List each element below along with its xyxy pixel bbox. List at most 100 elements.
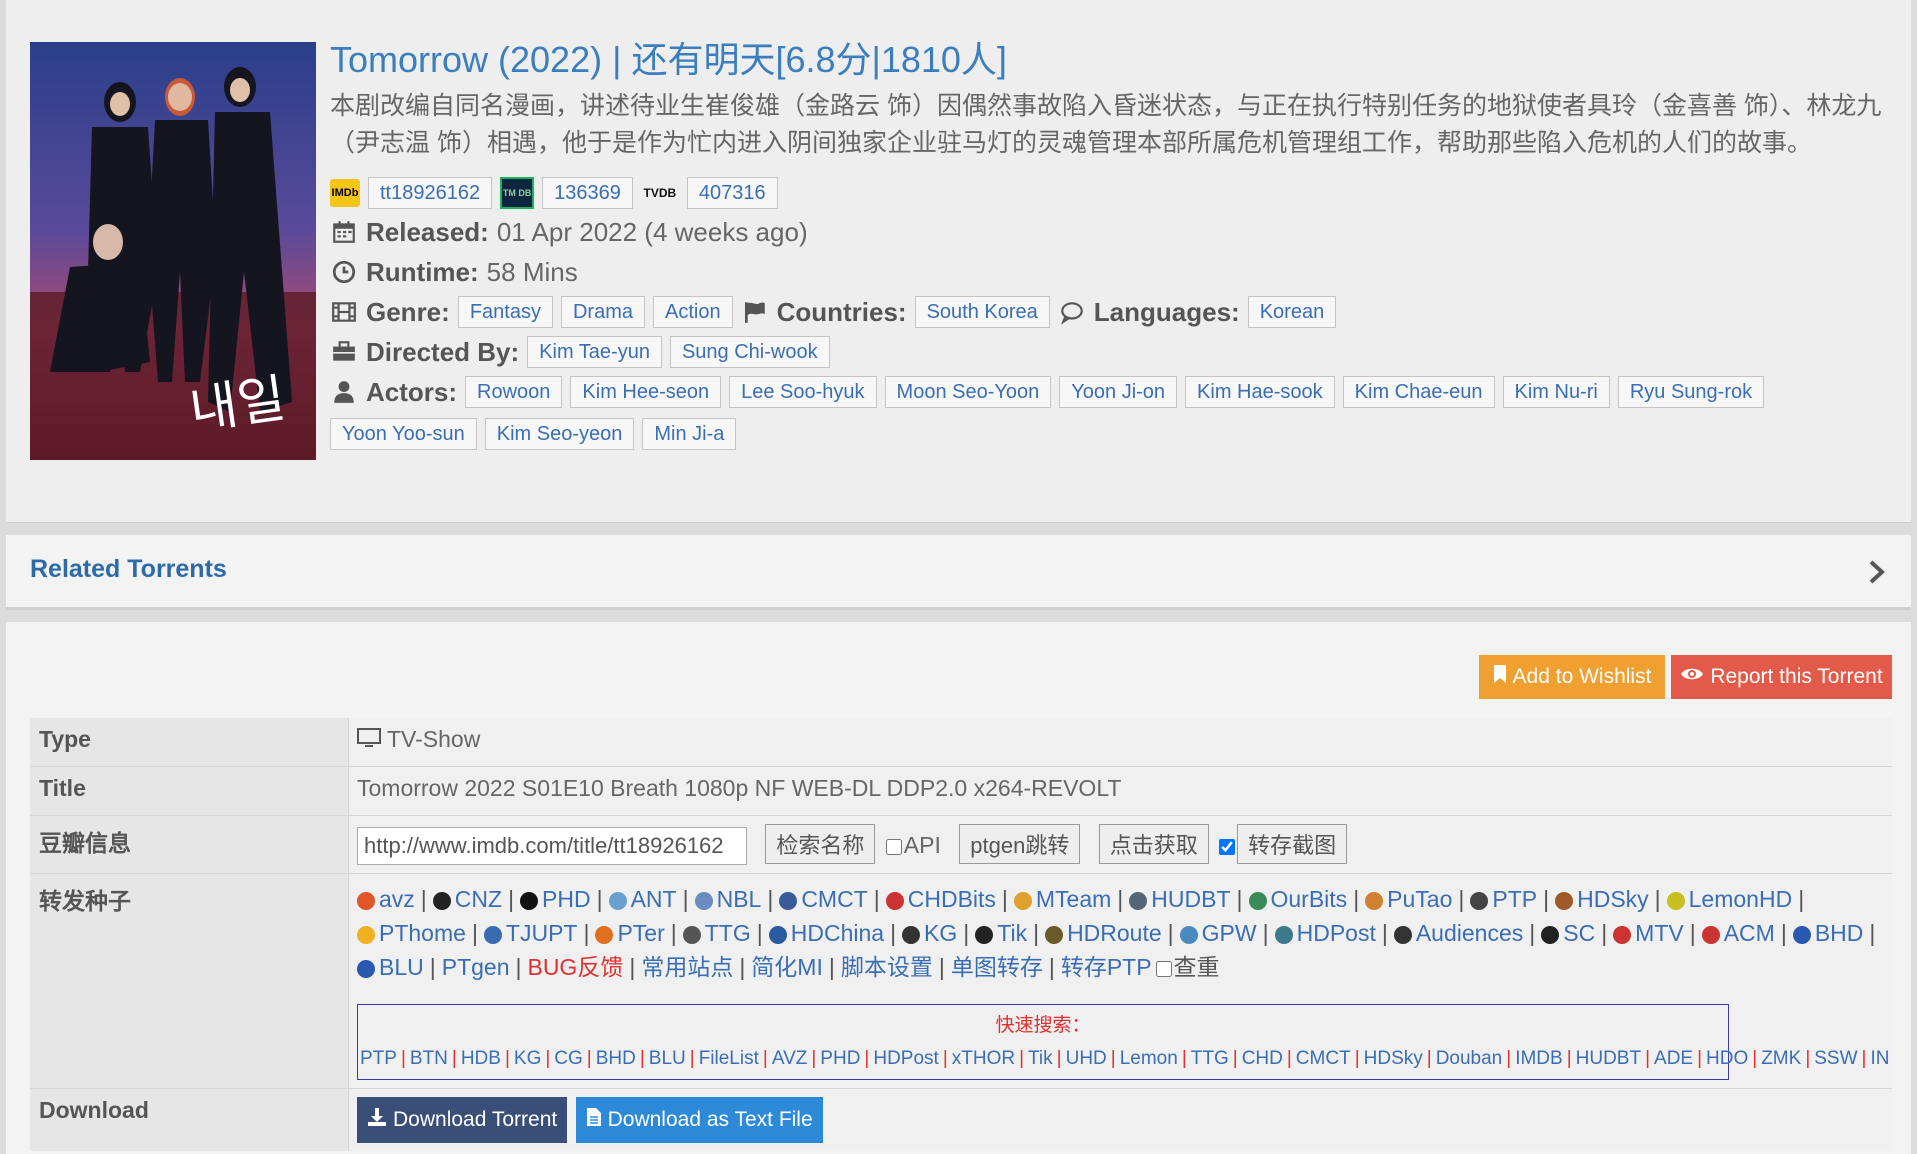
country-tag[interactable]: South Korea bbox=[914, 296, 1050, 328]
add-to-wishlist-button[interactable]: Add to Wishlist bbox=[1479, 655, 1665, 699]
quick-search-link[interactable]: KG bbox=[514, 1048, 541, 1069]
director-tag[interactable]: Kim Tae-yun bbox=[527, 336, 662, 368]
chevron-right-icon[interactable] bbox=[1867, 559, 1887, 590]
forward-site-link[interactable]: BHD bbox=[1792, 920, 1863, 946]
actor-tag[interactable]: Yoon Yoo-sun bbox=[330, 418, 477, 450]
forward-site-link[interactable]: ACM bbox=[1701, 920, 1775, 946]
forward-site-link[interactable]: HDChina bbox=[768, 920, 884, 946]
actor-tag[interactable]: Kim Hae-sook bbox=[1185, 376, 1335, 408]
forward-site-link[interactable]: HUDBT bbox=[1129, 886, 1231, 912]
quick-search-link[interactable]: xTHOR bbox=[952, 1048, 1015, 1069]
movie-title[interactable]: Tomorrow (2022) | 还有明天[6.8分|1810人] bbox=[330, 36, 1890, 84]
forward-site-link[interactable]: TJUPT bbox=[483, 920, 577, 946]
report-torrent-button[interactable]: Report this Torrent bbox=[1671, 655, 1892, 699]
forward-site-link[interactable]: TTG bbox=[682, 920, 751, 946]
forward-tool-link[interactable]: 简化MI bbox=[751, 954, 823, 980]
api-checkbox[interactable] bbox=[885, 838, 902, 855]
forward-tool-link[interactable]: BUG反馈 bbox=[527, 954, 623, 980]
quick-search-link[interactable]: HDPost bbox=[873, 1048, 938, 1069]
quick-search-link[interactable]: Douban bbox=[1436, 1048, 1503, 1069]
save-screenshots-checkbox[interactable] bbox=[1219, 838, 1236, 855]
quick-search-link[interactable]: ADE bbox=[1654, 1048, 1693, 1069]
forward-site-link[interactable]: PThome bbox=[357, 920, 466, 946]
quick-search-link[interactable]: IMDB bbox=[1515, 1048, 1563, 1069]
quick-search-link[interactable]: UHD bbox=[1066, 1048, 1107, 1069]
actor-tag[interactable]: Ryu Sung-rok bbox=[1617, 376, 1765, 408]
forward-site-link[interactable]: SC bbox=[1541, 920, 1595, 946]
quick-search-link[interactable]: HDO bbox=[1706, 1048, 1748, 1069]
quick-search-link[interactable]: BHD bbox=[596, 1048, 636, 1069]
quick-search-link[interactable]: TTG bbox=[1191, 1048, 1229, 1069]
quick-search-link[interactable]: AVZ bbox=[772, 1048, 808, 1069]
forward-tool-link[interactable]: 转存PTP bbox=[1061, 954, 1152, 980]
forward-site-link[interactable]: PuTao bbox=[1365, 886, 1452, 912]
language-tag[interactable]: Korean bbox=[1247, 296, 1337, 328]
quick-search-link[interactable]: Tik bbox=[1028, 1048, 1053, 1069]
actor-tag[interactable]: Kim Chae-eun bbox=[1342, 376, 1495, 408]
quick-search-link[interactable]: BLU bbox=[649, 1048, 686, 1069]
ptgen-jump-button[interactable]: ptgen跳转 bbox=[959, 824, 1081, 864]
quick-search-link[interactable]: CG bbox=[554, 1048, 583, 1069]
quick-search-link[interactable]: CHD bbox=[1242, 1048, 1283, 1069]
fetch-button[interactable]: 点击获取 bbox=[1098, 824, 1209, 864]
genre-tag[interactable]: Drama bbox=[560, 296, 645, 328]
forward-site-link[interactable]: HDRoute bbox=[1045, 920, 1162, 946]
quick-search-link[interactable]: CMCT bbox=[1296, 1048, 1351, 1069]
actor-tag[interactable]: Min Ji-a bbox=[642, 418, 737, 450]
actor-tag[interactable]: Kim Seo-yeon bbox=[484, 418, 635, 450]
actor-tag[interactable]: Kim Nu-ri bbox=[1502, 376, 1610, 408]
quick-search-link[interactable]: IN bbox=[1870, 1048, 1889, 1069]
actor-tag[interactable]: Moon Seo-Yoon bbox=[884, 376, 1052, 408]
director-tag[interactable]: Sung Chi-wook bbox=[669, 336, 830, 368]
quick-search-link[interactable]: BTN bbox=[410, 1048, 448, 1069]
imdb-id-link[interactable]: tt18926162 bbox=[368, 177, 493, 209]
actor-tag[interactable]: Rowoon bbox=[465, 376, 563, 408]
forward-site-link[interactable]: CNZ bbox=[432, 886, 502, 912]
actor-tag[interactable]: Lee Soo-hyuk bbox=[729, 376, 877, 408]
forward-site-link[interactable]: MTV bbox=[1613, 920, 1684, 946]
forward-site-link[interactable]: LemonHD bbox=[1666, 886, 1792, 912]
forward-site-link[interactable]: CMCT bbox=[779, 886, 868, 912]
forward-tool-link[interactable]: 脚本设置 bbox=[841, 954, 933, 980]
actor-tag[interactable]: Kim Hee-seon bbox=[570, 376, 722, 408]
tvdb-id-link[interactable]: 407316 bbox=[686, 177, 778, 209]
quick-search-link[interactable]: SSW bbox=[1814, 1048, 1857, 1069]
search-name-button[interactable]: 检索名称 bbox=[765, 824, 876, 864]
dedupe-checkbox[interactable] bbox=[1155, 960, 1172, 977]
forward-site-link[interactable]: Tik bbox=[975, 920, 1027, 946]
quick-search-link[interactable]: Lemon bbox=[1120, 1048, 1178, 1069]
save-screenshots-button[interactable]: 转存截图 bbox=[1237, 824, 1348, 864]
quick-search-link[interactable]: HDB bbox=[461, 1048, 501, 1069]
forward-site-link[interactable]: BLU bbox=[357, 954, 424, 980]
genre-tag[interactable]: Action bbox=[652, 296, 733, 328]
quick-search-link[interactable]: PHD bbox=[820, 1048, 860, 1069]
download-text-file-button[interactable]: Download as Text File bbox=[575, 1097, 823, 1143]
download-torrent-button[interactable]: Download Torrent bbox=[357, 1097, 568, 1143]
forward-site-link[interactable]: NBL bbox=[694, 886, 761, 912]
quick-search-link[interactable]: HDSky bbox=[1364, 1048, 1423, 1069]
douban-url-input[interactable] bbox=[357, 827, 747, 865]
forward-site-link[interactable]: PTP bbox=[1470, 886, 1537, 912]
forward-site-link[interactable]: MTeam bbox=[1013, 886, 1111, 912]
actor-tag[interactable]: Yoon Ji-on bbox=[1059, 376, 1178, 408]
forward-tool-link[interactable]: 常用站点 bbox=[641, 954, 733, 980]
tmdb-id-link[interactable]: 136369 bbox=[542, 177, 633, 209]
forward-site-link[interactable]: PTer bbox=[595, 920, 665, 946]
quick-search-link[interactable]: FileList bbox=[699, 1048, 759, 1069]
forward-tool-link[interactable]: 单图转存 bbox=[951, 954, 1043, 980]
forward-site-link[interactable]: PHD bbox=[520, 886, 591, 912]
forward-site-link[interactable]: CHDBits bbox=[885, 886, 996, 912]
forward-site-link[interactable]: Audiences bbox=[1393, 920, 1523, 946]
forward-site-link[interactable]: ANT bbox=[608, 886, 677, 912]
related-torrents-title[interactable]: Related Torrents bbox=[30, 555, 227, 584]
forward-site-link[interactable]: GPW bbox=[1179, 920, 1257, 946]
related-torrents-bar[interactable]: Related Torrents bbox=[6, 535, 1911, 610]
genre-tag[interactable]: Fantasy bbox=[457, 296, 553, 328]
quick-search-link[interactable]: PTP bbox=[360, 1048, 397, 1069]
forward-site-link[interactable]: avz bbox=[357, 886, 415, 912]
forward-tool-link[interactable]: PTgen bbox=[442, 954, 510, 980]
quick-search-link[interactable]: ZMK bbox=[1761, 1048, 1801, 1069]
forward-site-link[interactable]: KG bbox=[902, 920, 957, 946]
quick-search-link[interactable]: HUDBT bbox=[1576, 1048, 1641, 1069]
forward-site-link[interactable]: HDPost bbox=[1274, 920, 1376, 946]
